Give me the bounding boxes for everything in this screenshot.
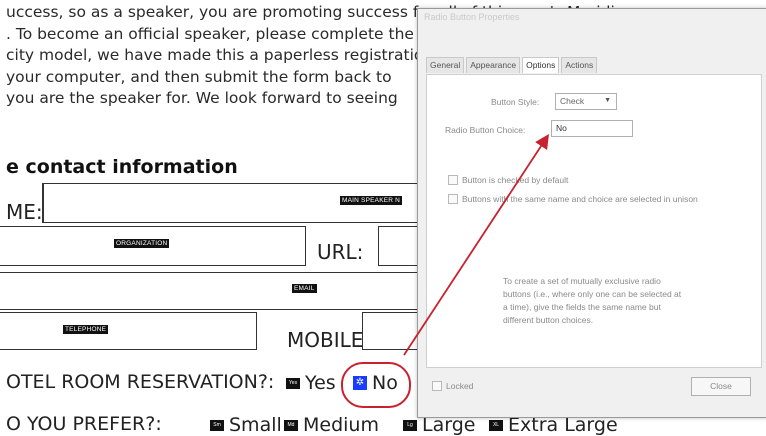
hotel-question-label: OTEL ROOM RESERVATION?: xyxy=(6,371,275,393)
locked-label: Locked xyxy=(446,381,474,391)
radio-help-text: To create a set of mutually exclusive ra… xyxy=(503,276,682,325)
radio-button-medium[interactable]: Md xyxy=(284,419,298,431)
button-style-label: Button Style: xyxy=(491,97,540,107)
mobile-label: MOBILE: xyxy=(287,328,371,352)
checkbox-label: Buttons with the same name and choice ar… xyxy=(462,194,698,204)
chevron-down-icon: ▼ xyxy=(604,97,611,104)
tab-general[interactable]: General xyxy=(426,57,465,73)
select-in-unison-checkbox[interactable]: Buttons with the same name and choice ar… xyxy=(448,194,698,204)
radio-choice-input[interactable]: No xyxy=(551,120,633,137)
radio-choice-value: No xyxy=(556,123,567,133)
checkbox-label: Button is checked by default xyxy=(462,175,569,185)
email-field[interactable] xyxy=(0,272,423,310)
locked-checkbox[interactable]: Locked xyxy=(432,381,473,391)
radio-button-yes[interactable]: Yes xyxy=(286,377,300,389)
checkbox-box[interactable] xyxy=(432,381,442,391)
telephone-field-tag: TELEPHONE xyxy=(63,325,109,334)
dialog-tab-bar: General Appearance Options Actions xyxy=(426,57,598,73)
radio-label-small: Small xyxy=(229,414,282,436)
radio-label-yes: Yes xyxy=(305,372,336,394)
contact-section-title: e contact information xyxy=(6,156,238,178)
radio-label-medium: Medium xyxy=(303,414,379,436)
options-panel: Button Style: Check ▼ Radio Button Choic… xyxy=(426,74,762,368)
organization-field-tag: ORGANIZATION xyxy=(114,239,170,248)
speaker-name-field-tag: MAIN SPEAKER N xyxy=(340,196,403,205)
size-medium-radio[interactable]: Md Medium xyxy=(284,414,379,436)
email-field-tag: EMAIL xyxy=(292,284,317,293)
hotel-yes-radio[interactable]: Yes Yes xyxy=(286,372,336,394)
tab-appearance[interactable]: Appearance xyxy=(466,57,521,73)
checkbox-box[interactable] xyxy=(448,175,458,185)
button-style-value: Check xyxy=(560,96,585,106)
checkbox-box[interactable] xyxy=(448,194,458,204)
radio-button-large[interactable]: Lg xyxy=(403,419,417,431)
radio-choice-label: Radio Button Choice: xyxy=(445,125,526,135)
url-label: URL: xyxy=(317,240,364,264)
radio-button-properties-dialog: Radio Button Properties General Appearan… xyxy=(417,8,766,418)
name-label: ME: xyxy=(6,200,43,224)
tab-options[interactable]: Options xyxy=(522,57,560,73)
telephone-field[interactable] xyxy=(0,312,257,350)
button-style-select[interactable]: Check ▼ xyxy=(555,93,617,110)
checked-by-default-checkbox[interactable]: Button is checked by default xyxy=(448,175,568,185)
radio-button-small[interactable]: Sm xyxy=(210,419,224,431)
annotation-circle xyxy=(341,362,411,408)
tab-actions[interactable]: Actions xyxy=(561,57,598,73)
close-button[interactable]: Close xyxy=(691,377,751,396)
size-small-radio[interactable]: Sm Small xyxy=(210,414,282,436)
dialog-title: Radio Button Properties xyxy=(424,12,520,22)
mobile-field[interactable] xyxy=(362,312,424,350)
size-question-label: O YOU PREFER?: xyxy=(6,413,162,435)
radio-button-xlarge[interactable]: XL xyxy=(489,419,503,431)
